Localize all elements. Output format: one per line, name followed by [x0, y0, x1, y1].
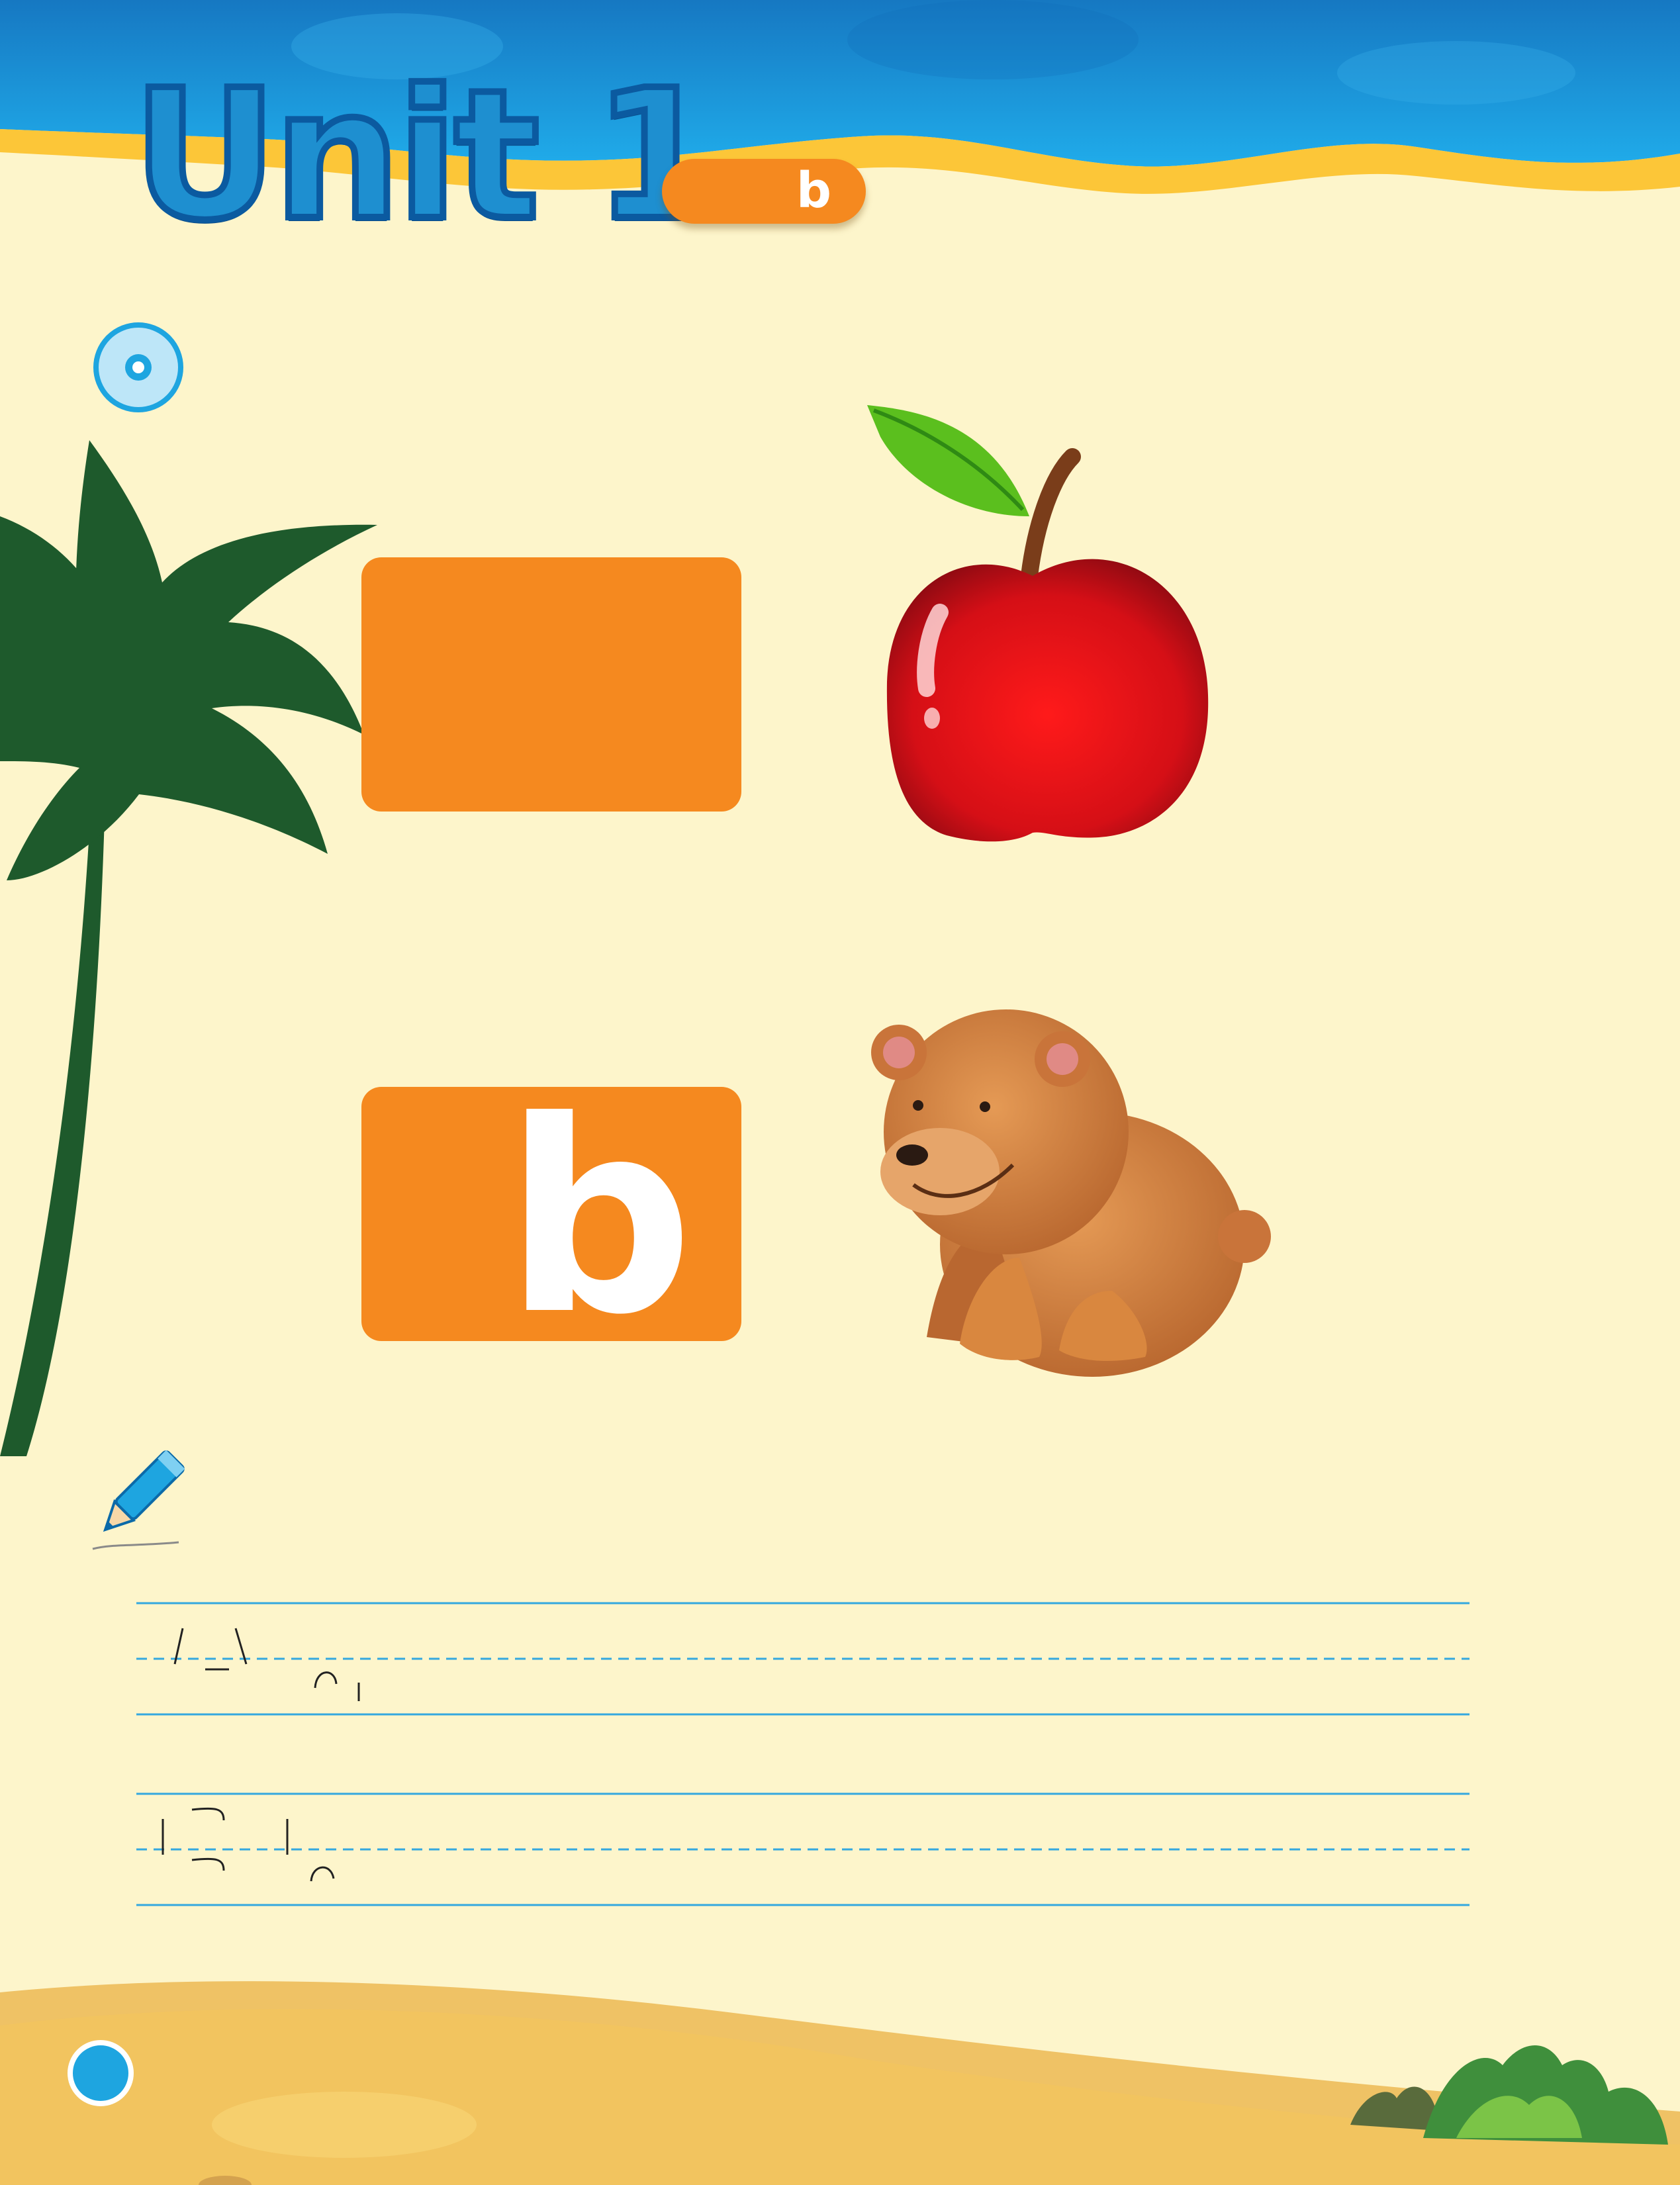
- page-number-dot: [68, 2040, 134, 2106]
- apple-illustration: [867, 405, 1209, 842]
- letter-card-apple: [361, 557, 741, 812]
- letter-card-bear: b: [361, 1087, 741, 1352]
- pencil-icon: [92, 1450, 185, 1550]
- unit-title: Unit 1: [129, 51, 722, 259]
- letter-pill: b: [662, 159, 866, 224]
- bear-illustration: [871, 1009, 1271, 1377]
- letter-pill-label: b: [796, 162, 831, 219]
- audio-cd-icon[interactable]: [93, 322, 184, 413]
- letter-card-label: b: [504, 1065, 694, 1373]
- trace-strokes-uppercase: [173, 1628, 360, 1701]
- trace-strokes-lowercase: [162, 1807, 335, 1882]
- palm-tree-illustration: [0, 440, 377, 1456]
- handwriting-guide-lines: [136, 1602, 1470, 1906]
- sand-dunes: [0, 1981, 1680, 2185]
